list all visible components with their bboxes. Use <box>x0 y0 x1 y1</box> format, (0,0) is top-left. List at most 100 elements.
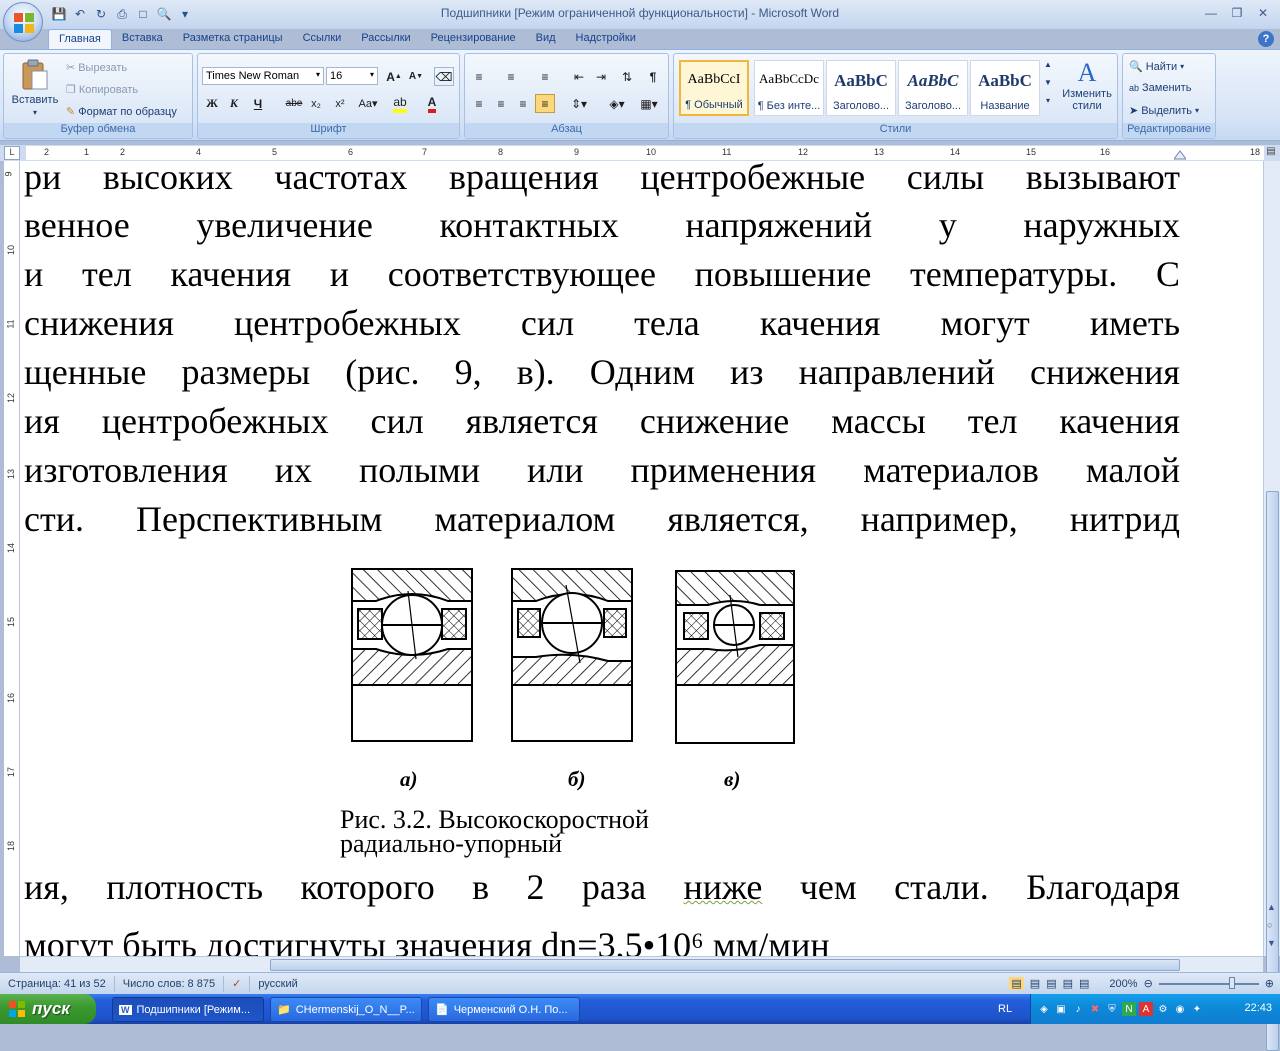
web-layout-icon[interactable]: ▤ <box>1046 977 1056 990</box>
taskbar-item-folder[interactable]: 📁 CHermenskij_O_N__P... <box>270 997 422 1022</box>
select-button[interactable]: ➤ Выделить ▾ <box>1129 104 1199 118</box>
proofing-icon[interactable]: ✓ <box>224 975 251 992</box>
italic-button[interactable]: К <box>224 94 244 113</box>
align-right-icon[interactable]: ≡ <box>513 94 533 113</box>
shading-icon[interactable]: ◈▾ <box>603 94 631 113</box>
language-indicator[interactable]: русский <box>250 976 305 992</box>
print-preview-icon[interactable]: 🔍 <box>155 5 173 23</box>
redo-icon[interactable]: ↻ <box>92 5 110 23</box>
style-normal[interactable]: AaBbCcI ¶ Обычный <box>679 60 749 116</box>
copy-button[interactable]: ❐ Копировать <box>66 83 138 97</box>
replace-button[interactable]: ab Заменить <box>1129 82 1191 94</box>
line-spacing-icon[interactable]: ⇕▾ <box>565 94 593 113</box>
style-heading-1[interactable]: AaBbC Заголово... <box>826 60 896 116</box>
minimize-button[interactable]: — <box>1200 4 1222 22</box>
grow-font-button[interactable]: A ▲ <box>384 67 404 86</box>
help-icon[interactable]: ? <box>1258 31 1274 47</box>
style-no-spacing[interactable]: AaBbCcDc ¶ Без инте... <box>754 60 824 116</box>
vertical-scroll-thumb[interactable] <box>1266 491 1279 1051</box>
underline-button[interactable]: Ч <box>248 94 268 113</box>
show-marks-icon[interactable]: ¶ <box>643 67 663 86</box>
keyboard-language[interactable]: RL <box>998 1003 1012 1015</box>
tray-app-icon[interactable]: A <box>1139 1002 1153 1016</box>
multilevel-list-icon[interactable]: ≡ <box>535 67 555 86</box>
taskbar-item-word[interactable]: W Подшипники [Режим... <box>112 997 264 1022</box>
start-button[interactable]: пуск <box>0 994 96 1024</box>
new-document-icon[interactable]: □ <box>134 5 152 23</box>
print-layout-icon[interactable]: ▤ <box>1009 977 1024 990</box>
zoom-level[interactable]: 200% <box>1109 978 1137 990</box>
decrease-indent-icon[interactable]: ⇤ <box>569 67 589 86</box>
superscript-button[interactable]: x² <box>330 94 350 113</box>
font-size-select[interactable]: 16 ▾ <box>326 67 378 85</box>
tab-insert[interactable]: Вставка <box>112 29 173 50</box>
find-button[interactable]: 🔍 Найти ▾ <box>1129 60 1184 74</box>
shrink-font-button[interactable]: A ▼ <box>406 67 426 86</box>
customize-qat-icon[interactable]: ▾ <box>176 5 194 23</box>
highlight-icon[interactable]: ab <box>390 94 410 113</box>
zoom-out-icon[interactable]: ⊖ <box>1144 977 1153 990</box>
subscript-button[interactable]: x₂ <box>306 94 326 113</box>
tray-app-icon[interactable]: ✦ <box>1190 1002 1204 1016</box>
network-icon[interactable]: ◈ <box>1037 1002 1051 1016</box>
styles-scroll[interactable]: ▲ ▼ ▾ <box>1042 60 1054 105</box>
style-heading-2[interactable]: AaBbC Заголово... <box>898 60 968 116</box>
borders-icon[interactable]: ▦▾ <box>635 94 663 113</box>
strikethrough-button[interactable]: abe <box>284 94 304 113</box>
tab-selector[interactable]: L <box>4 146 20 160</box>
align-left-icon[interactable]: ≡ <box>469 94 489 113</box>
tray-app-icon[interactable]: N <box>1122 1002 1136 1016</box>
view-ruler-icon[interactable]: ▤ <box>1264 146 1278 160</box>
sort-icon[interactable]: ⇅ <box>617 67 637 86</box>
cut-button[interactable]: ✂ Вырезать <box>66 61 127 75</box>
word-count[interactable]: Число слов: 8 875 <box>115 975 225 992</box>
print-icon[interactable]: ⎙ <box>113 5 131 23</box>
zoom-slider[interactable] <box>1158 976 1259 989</box>
change-case-button[interactable]: Aa▾ <box>354 94 382 113</box>
prev-page-icon[interactable]: ▲ <box>1267 902 1276 912</box>
zoom-slider-thumb[interactable] <box>1228 976 1235 989</box>
office-button[interactable] <box>3 2 43 42</box>
outline-icon[interactable]: ▤ <box>1063 977 1073 990</box>
save-icon[interactable]: 💾 <box>50 5 68 23</box>
clear-formatting-icon[interactable]: ⌫ <box>434 67 454 86</box>
tray-app-icon[interactable]: ◉ <box>1173 1002 1187 1016</box>
paste-button[interactable]: Вставить ▾ <box>10 58 60 117</box>
shield-icon[interactable]: ⛨ <box>1105 1002 1119 1016</box>
bullets-icon[interactable]: ≡ <box>469 67 489 86</box>
page-counter[interactable]: Страница: 41 из 52 <box>0 975 115 992</box>
browse-object-icon[interactable]: ○ <box>1267 920 1272 930</box>
tab-review[interactable]: Рецензирование <box>421 29 526 50</box>
change-styles-button[interactable]: A Изменить стили <box>1058 58 1116 112</box>
taskbar-item-document[interactable]: 📄 Черменский О.Н. По... <box>428 997 580 1022</box>
undo-icon[interactable]: ↶ <box>71 5 89 23</box>
tab-home[interactable]: Главная <box>48 29 112 50</box>
tab-view[interactable]: Вид <box>526 29 566 50</box>
grammar-flagged-word[interactable]: ниже <box>684 867 763 907</box>
increase-indent-icon[interactable]: ⇥ <box>591 67 611 86</box>
vertical-scrollbar[interactable]: ▲ ○ ▼ <box>1263 161 1280 1051</box>
tab-addins[interactable]: Надстройки <box>566 29 646 50</box>
close-button[interactable]: ✕ <box>1252 4 1274 22</box>
draft-icon[interactable]: ▤ <box>1079 977 1089 990</box>
full-screen-reading-icon[interactable]: ▤ <box>1030 977 1040 990</box>
tray-app-icon[interactable]: ⚙ <box>1156 1002 1170 1016</box>
font-color-icon[interactable]: A <box>422 94 442 113</box>
antivirus-icon[interactable]: ✖ <box>1088 1002 1102 1016</box>
bold-button[interactable]: Ж <box>202 94 222 113</box>
horizontal-scroll-thumb[interactable] <box>270 959 1180 971</box>
horizontal-scrollbar[interactable] <box>20 956 1263 972</box>
tab-mailings[interactable]: Рассылки <box>351 29 420 50</box>
tab-page-layout[interactable]: Разметка страницы <box>173 29 293 50</box>
vertical-ruler[interactable]: 9 10 11 12 13 14 15 16 17 18 <box>4 161 20 956</box>
volume-icon[interactable]: ♪ <box>1071 1002 1085 1016</box>
tab-references[interactable]: Ссылки <box>293 29 352 50</box>
clock[interactable]: 22:43 <box>1244 1002 1272 1014</box>
restore-button[interactable]: ❐ <box>1226 4 1248 22</box>
font-family-select[interactable]: Times New Roman ▾ <box>202 67 324 85</box>
align-center-icon[interactable]: ≡ <box>491 94 511 113</box>
style-title[interactable]: AaBbC Название <box>970 60 1040 116</box>
format-painter-button[interactable]: ✎ Формат по образцу <box>66 105 177 119</box>
justify-icon[interactable]: ≡ <box>535 94 555 113</box>
zoom-in-icon[interactable]: ⊕ <box>1265 977 1274 990</box>
